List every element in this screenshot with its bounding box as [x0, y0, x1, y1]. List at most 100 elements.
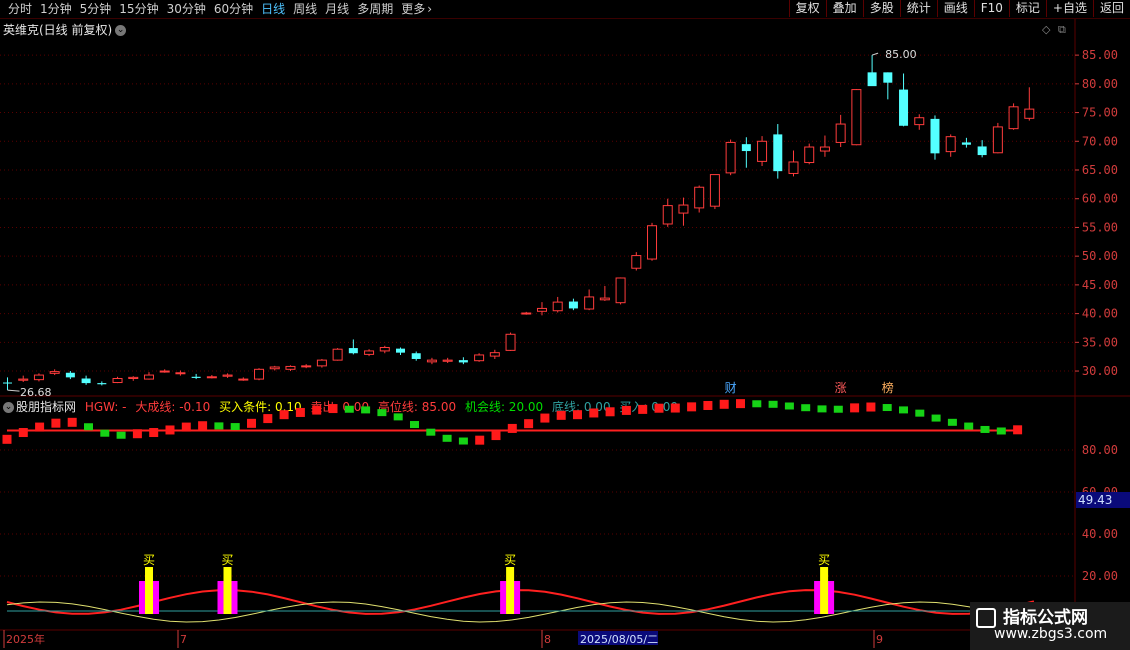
- candle-body: [757, 140, 768, 162]
- price-tick-label: 75.00: [1082, 106, 1118, 120]
- candle-body: [961, 142, 971, 145]
- candle-body: [426, 359, 437, 363]
- candle-body: [458, 360, 468, 363]
- dachengxian-bar: [899, 406, 908, 414]
- candle-body: [128, 376, 139, 380]
- dachengxian-bar: [687, 402, 697, 412]
- candle-body: [348, 348, 358, 354]
- dachengxian-bar: [35, 422, 45, 432]
- indicator-tick-label: 80.00: [1082, 443, 1118, 457]
- candle-body: [552, 301, 563, 312]
- dachengxian-bar: [736, 399, 745, 409]
- dachengxian-bar: [279, 410, 289, 420]
- dachengxian-bar: [866, 402, 876, 412]
- candle-body: [316, 359, 327, 367]
- dachengxian-bar: [621, 405, 631, 415]
- buy-signal-core: [506, 567, 515, 614]
- watermark-url: www.zbgs3.com: [994, 626, 1108, 642]
- buy-signal-label: 买: [818, 553, 830, 567]
- candle-body: [222, 374, 233, 377]
- candle-body: [1024, 108, 1035, 119]
- dachengxian-bar: [638, 404, 648, 414]
- candle-body: [191, 376, 201, 378]
- date-axis-label: 9: [876, 633, 883, 646]
- candle-body: [977, 146, 987, 156]
- candle-body: [899, 89, 909, 126]
- candle-body: [254, 368, 265, 380]
- high-price-label: 85.00: [885, 48, 917, 61]
- dachengxian-bar: [801, 404, 811, 412]
- event-tag: 涨: [835, 380, 847, 395]
- candle-body: [175, 372, 186, 375]
- dachengxian-bar: [654, 403, 664, 413]
- buy-signal-label: 买: [143, 553, 155, 567]
- site-logo-icon: [976, 608, 996, 628]
- dachengxian-bar: [18, 428, 28, 438]
- high-marker: [871, 52, 879, 56]
- dachengxian-bar: [295, 407, 305, 417]
- dachengxian-bar: [915, 409, 925, 417]
- candle-body: [914, 117, 925, 126]
- buy-signal-core: [223, 567, 232, 614]
- event-tag: 财: [725, 381, 737, 395]
- current-value-label: 49.43: [1078, 493, 1112, 507]
- candle-body: [945, 136, 956, 153]
- candle-body: [33, 374, 44, 381]
- event-tag: 榜: [882, 380, 894, 395]
- dachengxian-bar: [589, 408, 599, 418]
- dachengxian-bar: [1013, 425, 1023, 435]
- dachengxian-bar: [263, 414, 273, 424]
- candle-body: [694, 186, 705, 209]
- dachengxian-bar: [230, 423, 240, 431]
- dachengxian-bar: [507, 423, 517, 433]
- low-marker: [7, 389, 20, 392]
- dachengxian-bar: [100, 429, 110, 437]
- buy-signal-core: [145, 567, 153, 614]
- candle-body: [992, 126, 1003, 154]
- dachengxian-bar: [540, 413, 550, 423]
- candle-body: [662, 205, 673, 225]
- dachengxian-bar: [475, 435, 485, 445]
- dachengxian-bar: [442, 434, 452, 442]
- candle-body: [725, 141, 736, 174]
- candle-body: [3, 382, 12, 384]
- candle-body: [379, 346, 390, 352]
- candle-body: [851, 89, 862, 146]
- candle-body: [112, 378, 123, 384]
- dachengxian-bar: [703, 400, 713, 410]
- candle-body: [65, 372, 75, 378]
- candle-body: [396, 348, 405, 353]
- indicator-tick-label: 20.00: [1082, 569, 1118, 583]
- candle-body: [206, 376, 217, 379]
- signal-line: [6, 601, 1034, 623]
- low-price-label: 26.68: [20, 386, 52, 399]
- candle-body: [883, 72, 893, 83]
- candle-body: [599, 297, 610, 301]
- candle-body: [773, 134, 783, 172]
- candle-body: [584, 296, 595, 310]
- dachengxian-bar: [556, 410, 566, 420]
- candle-body: [835, 123, 846, 143]
- candle-body: [332, 348, 343, 361]
- dachengxian-bar: [132, 429, 142, 439]
- dachengxian-bar: [426, 428, 436, 436]
- chart-canvas[interactable]: 30.00 35.00 40.00 45.00 50.00 55.00 60.00 65.00…: [0, 0, 1130, 650]
- dachengxian-bar: [312, 405, 322, 415]
- candle-body: [81, 378, 91, 384]
- candle-body: [238, 378, 249, 381]
- dachengxian-bar: [214, 422, 224, 430]
- candle-body: [442, 359, 453, 362]
- dachengxian-bar: [882, 404, 892, 412]
- candle-body: [536, 307, 547, 312]
- price-tick-label: 85.00: [1082, 48, 1118, 62]
- price-tick-label: 35.00: [1082, 335, 1118, 349]
- price-tick-label: 70.00: [1082, 134, 1118, 148]
- dachengxian-bar: [784, 402, 794, 410]
- dachengxian-bar: [947, 418, 957, 426]
- dachengxian-bar: [964, 422, 974, 430]
- candle-body: [285, 365, 296, 370]
- dachengxian-bar: [850, 403, 860, 413]
- candle-body: [647, 225, 658, 260]
- dachengxian-bar: [768, 400, 778, 408]
- buy-signal-core: [820, 567, 829, 614]
